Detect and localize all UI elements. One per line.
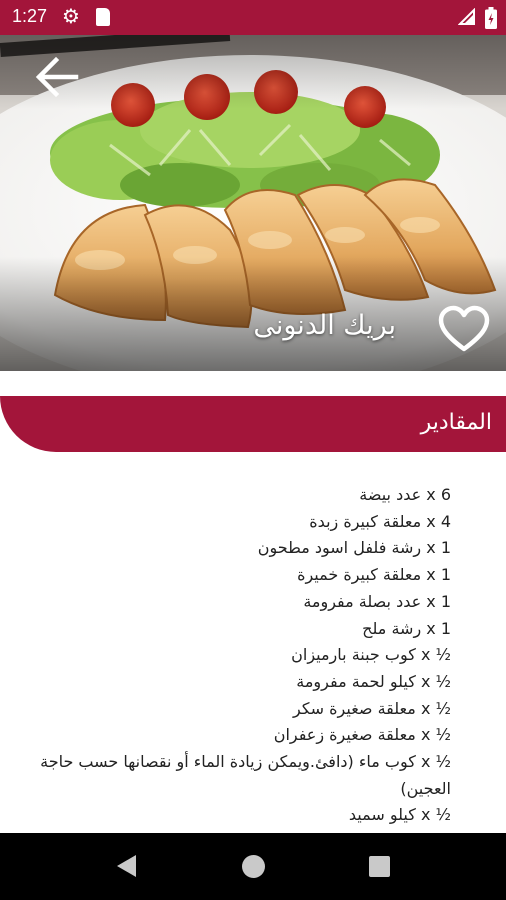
- sd-card-icon: [96, 8, 110, 26]
- ingredient-item: ½ x معلقة صغيرة زعفران: [273, 725, 451, 745]
- battery-icon: [485, 7, 497, 29]
- status-bar: 1:27 ⚙: [0, 0, 506, 35]
- recents-square-icon[interactable]: [369, 856, 390, 877]
- ingredients-list: 6 x عدد بيضة 4 x معلقة كبيرة زبدة 1 x رش…: [31, 482, 451, 829]
- gear-icon: ⚙: [62, 4, 80, 28]
- arrow-left-icon[interactable]: [30, 50, 84, 104]
- ingredients-section-header: المقادير: [0, 396, 506, 452]
- ingredient-item: 1 x عدد بصلة مفرومة: [303, 591, 451, 611]
- recipe-title: بريك الدنونى: [253, 310, 396, 341]
- ingredient-item: 1 x رشة فلفل اسود مطحون: [257, 538, 451, 558]
- ingredient-item: 4 x معلقة كبيرة زبدة: [309, 511, 451, 531]
- ingredient-item: ½ x معلقة صغيرة سكر: [293, 698, 451, 718]
- ingredient-item: 1 x معلقة كبيرة خميرة: [297, 565, 451, 585]
- ingredients-section-title: المقادير: [420, 410, 492, 435]
- ingredient-item: 1 x رشة ملح: [362, 618, 451, 638]
- signal-icon: [458, 8, 475, 25]
- ingredient-item: 6 x عدد بيضة: [359, 485, 451, 504]
- ingredient-item: ½ x كيلو سميد: [348, 805, 451, 825]
- ingredient-item: ½ x كوب ماء (دافئ.ويمكن زيادة الماء أو ن…: [40, 752, 451, 798]
- recipe-hero-image: بريك الدنونى: [0, 35, 506, 371]
- status-time: 1:27: [12, 6, 48, 26]
- back-triangle-icon[interactable]: [114, 853, 138, 879]
- system-navigation-bar: [0, 833, 506, 900]
- ingredient-item: ½ x كيلو لحمة مفرومة: [296, 671, 451, 691]
- home-circle-icon[interactable]: [242, 855, 265, 878]
- ingredient-item: ½ x كوب جبنة بارميزان: [291, 645, 451, 665]
- heart-outline-icon[interactable]: [437, 303, 491, 357]
